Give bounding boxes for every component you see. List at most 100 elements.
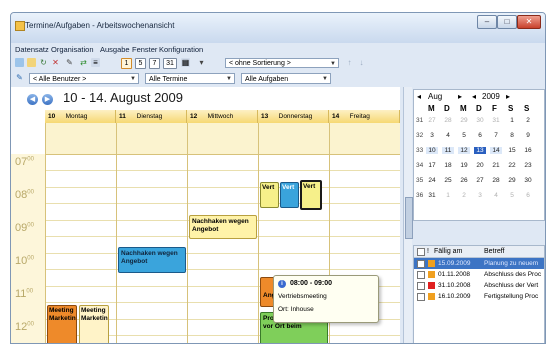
sort-asc-icon[interactable]: ↑ [345,58,354,67]
day-header-tuesday[interactable]: 11 Dienstag [116,110,187,123]
grid-icon[interactable]: ▦ [181,58,190,67]
user-filter-select[interactable]: < Alle Benutzer > ▼ [29,73,139,84]
tools-icon[interactable]: ✎ [65,58,74,67]
mini-calendar-day[interactable]: 18 [442,162,454,169]
task-checkbox[interactable] [417,260,425,268]
day-header-friday[interactable]: 14 Freitag [329,110,400,123]
view-month-button[interactable]: 31 [163,58,177,69]
appointment-nachhaken-wed[interactable]: Nachhaken wegen Angebot [189,215,257,239]
prev-month-icon[interactable]: ◂ [417,92,421,101]
appointment-vert-3-selected[interactable]: Vert [300,180,322,210]
mini-calendar-day[interactable]: 21 [490,162,502,169]
menu-konfiguration[interactable]: Konfiguration [159,45,203,54]
appointments-filter-select[interactable]: Alle Termine ▼ [145,73,235,84]
mini-calendar-day[interactable]: 5 [506,192,518,199]
list-icon[interactable]: ≡ [91,58,100,67]
mini-calendar-day[interactable]: 7 [490,132,502,139]
mini-calendar-day[interactable]: 4 [442,132,454,139]
next-year-icon[interactable]: ▸ [506,92,510,101]
week-number[interactable]: 31 [416,117,423,124]
new-icon[interactable] [15,58,24,67]
calendar-scrollbar[interactable] [403,87,413,343]
mini-calendar-day[interactable]: 10 [426,147,438,154]
options-icon[interactable]: ▾ [197,58,206,67]
task-checkbox[interactable] [417,282,425,290]
prev-week-button[interactable]: ◀ [27,94,38,105]
mini-calendar-day[interactable]: 3 [474,192,486,199]
appointment-vert-1[interactable]: Vert [260,182,279,208]
appointment-vert-2[interactable]: Vert [280,182,299,208]
mini-calendar-day[interactable]: 29 [458,117,470,124]
close-button[interactable]: ✕ [517,15,541,29]
minimize-button[interactable]: – [477,15,497,29]
mini-calendar-day[interactable]: 16 [522,147,534,154]
mini-calendar-day[interactable]: 27 [474,177,486,184]
appointment-meeting-mon-2[interactable]: Meeting Marketingabel [79,305,109,343]
task-checkbox[interactable] [417,293,425,301]
mini-calendar-day[interactable]: 30 [522,177,534,184]
mini-calendar-day[interactable]: 28 [442,117,454,124]
mini-calendar-day[interactable]: 27 [426,117,438,124]
view-workweek-button[interactable]: 5 [135,58,146,69]
mini-calendar-day[interactable]: 12 [458,147,470,154]
mini-calendar-day[interactable]: 13 [474,147,486,154]
task-checkbox[interactable] [417,271,425,279]
mini-calendar-day[interactable]: 24 [426,177,438,184]
menu-organisation[interactable]: Organisation [51,45,94,54]
task-row[interactable]: 31.10.2008 Abschluss der Vert [414,280,544,291]
day-header-monday[interactable]: 10 Montag [45,110,116,123]
column-subject[interactable]: Betreff [484,246,505,257]
mini-calendar-day[interactable]: 6 [522,192,534,199]
mini-calendar-day[interactable]: 26 [458,177,470,184]
mini-calendar-day[interactable]: 8 [506,132,518,139]
open-icon[interactable] [27,58,36,67]
sort-select[interactable]: < ohne Sortierung > ▼ [225,58,339,68]
menu-datensatz[interactable]: Datensatz [15,45,49,54]
column-due[interactable]: Fällig am [434,246,462,257]
header-checkbox[interactable] [417,248,425,256]
appointment-nachhaken-tue[interactable]: Nachhaken wegen Angebot [118,247,186,273]
mini-calendar-day[interactable]: 3 [426,132,438,139]
mini-calendar-day[interactable]: 22 [506,162,518,169]
all-day-row[interactable] [45,123,400,155]
mini-calendar-day[interactable]: 2 [458,192,470,199]
week-number[interactable]: 32 [416,132,423,139]
week-number[interactable]: 33 [416,147,423,154]
mini-calendar-day[interactable]: 29 [506,177,518,184]
mini-calendar-day[interactable]: 31 [490,117,502,124]
week-number[interactable]: 35 [416,177,423,184]
task-row[interactable]: 16.10.2009 Fertigstellung Proc [414,291,544,302]
next-month-icon[interactable]: ▸ [458,92,462,101]
mini-calendar-day[interactable]: 4 [490,192,502,199]
task-row[interactable]: 01.11.2008 Abschluss des Proc [414,269,544,280]
delete-icon[interactable]: ✕ [51,58,60,67]
day-header-wednesday[interactable]: 12 Mittwoch [187,110,258,123]
menu-ausgabe[interactable]: Ausgabe [100,45,130,54]
week-number[interactable]: 34 [416,162,423,169]
mini-calendar-day[interactable]: 2 [522,117,534,124]
week-number[interactable]: 36 [416,192,423,199]
mini-calendar-day[interactable]: 30 [474,117,486,124]
mini-calendar-day[interactable]: 31 [426,192,438,199]
day-header-thursday[interactable]: 13 Donnerstag [258,110,329,123]
menu-fenster[interactable]: Fenster [132,45,157,54]
mini-calendar-day[interactable]: 23 [522,162,534,169]
mini-calendar-day[interactable]: 17 [426,162,438,169]
mini-calendar-day[interactable]: 28 [490,177,502,184]
view-day-button[interactable]: 1 [121,58,132,69]
mini-calendar-day[interactable]: 1 [442,192,454,199]
mini-calendar-day[interactable]: 20 [474,162,486,169]
mini-calendar-day[interactable]: 14 [490,147,502,154]
view-week-button[interactable]: 7 [149,58,160,69]
mini-calendar-day[interactable]: 19 [458,162,470,169]
task-row[interactable]: 15.09.2009 Planung zu neuem [414,258,544,269]
appointment-meeting-mon-1[interactable]: Meeting Marketingabel [47,305,77,343]
tasks-filter-select[interactable]: Alle Aufgaben ▼ [241,73,331,84]
maximize-button[interactable]: □ [497,15,517,29]
mini-calendar-day[interactable]: 9 [522,132,534,139]
scrollbar-thumb[interactable] [405,197,413,239]
next-week-button[interactable]: ▶ [42,94,53,105]
mini-calendar-day[interactable]: 11 [442,147,454,154]
mini-calendar-day[interactable]: 15 [506,147,518,154]
mini-calendar-day[interactable]: 6 [474,132,486,139]
